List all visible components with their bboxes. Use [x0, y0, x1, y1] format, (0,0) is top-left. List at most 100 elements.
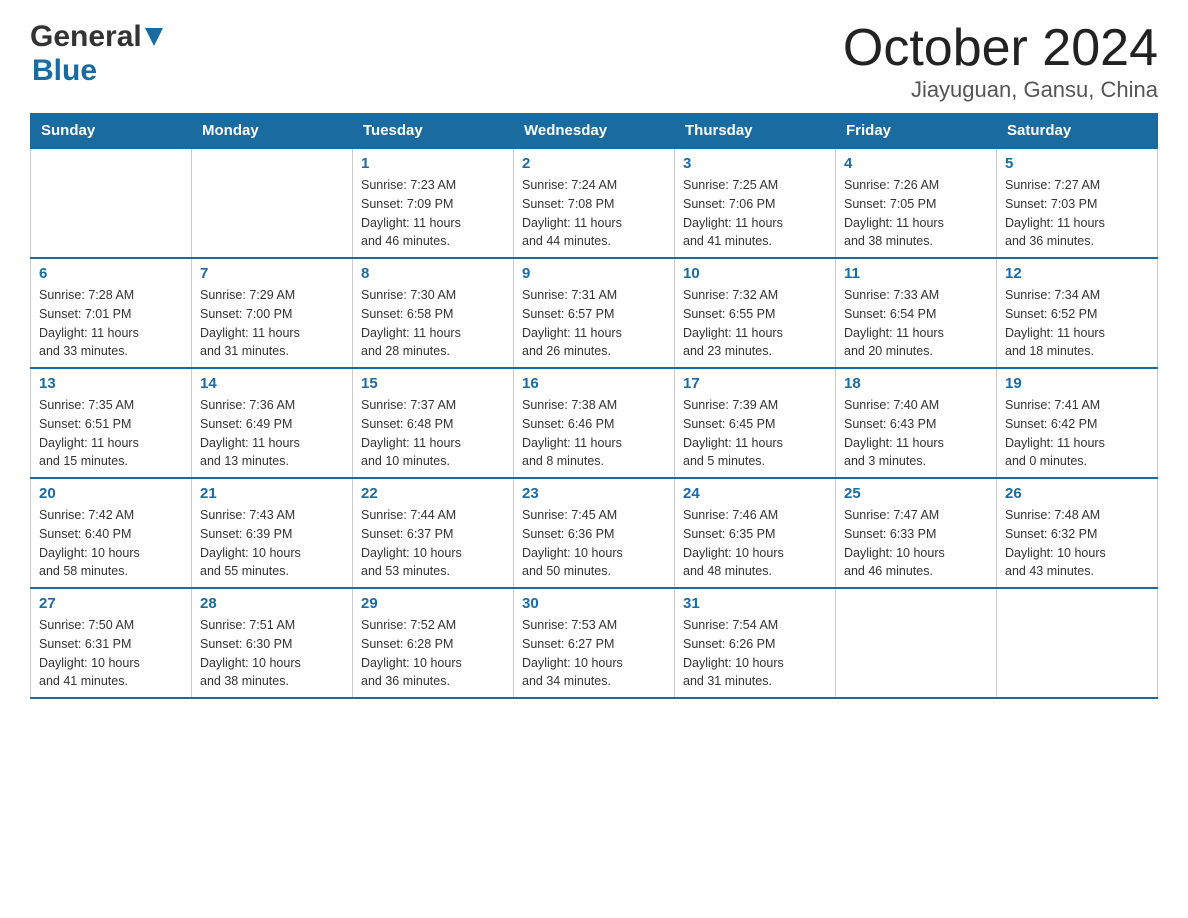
day-info: Sunrise: 7:26 AMSunset: 7:05 PMDaylight:…: [844, 176, 988, 251]
day-info: Sunrise: 7:38 AMSunset: 6:46 PMDaylight:…: [522, 396, 666, 471]
day-number: 10: [683, 265, 827, 282]
day-number: 2: [522, 155, 666, 172]
day-number: 16: [522, 375, 666, 392]
day-number: 12: [1005, 265, 1149, 282]
calendar-cell: 28Sunrise: 7:51 AMSunset: 6:30 PMDayligh…: [192, 588, 353, 698]
day-number: 25: [844, 485, 988, 502]
month-title: October 2024: [843, 20, 1158, 77]
day-info: Sunrise: 7:33 AMSunset: 6:54 PMDaylight:…: [844, 286, 988, 361]
day-number: 22: [361, 485, 505, 502]
calendar-cell: 5 Sunrise: 7:27 AMSunset: 7:03 PMDaylight…: [997, 148, 1158, 258]
day-info: Sunrise: 7:34 AMSunset: 6:52 PMDaylight:…: [1005, 286, 1149, 361]
calendar-cell: 6 Sunrise: 7:28 AMSunset: 7:01 PMDaylight…: [31, 258, 192, 368]
day-info: Sunrise: 7:52 AMSunset: 6:28 PMDaylight:…: [361, 616, 505, 691]
day-number: 4: [844, 155, 988, 172]
day-number: 28: [200, 595, 344, 612]
calendar-cell: 2 Sunrise: 7:24 AMSunset: 7:08 PMDaylight…: [514, 148, 675, 258]
logo-blue-text: Blue: [32, 54, 97, 88]
day-number: 23: [522, 485, 666, 502]
day-number: 19: [1005, 375, 1149, 392]
calendar-header-friday: Friday: [836, 114, 997, 149]
calendar-cell: 9 Sunrise: 7:31 AMSunset: 6:57 PMDaylight…: [514, 258, 675, 368]
calendar-cell: 21 Sunrise: 7:43 AMSunset: 6:39 PMDayligh…: [192, 478, 353, 588]
day-info: Sunrise: 7:27 AMSunset: 7:03 PMDaylight:…: [1005, 176, 1149, 251]
calendar-cell: 31Sunrise: 7:54 AMSunset: 6:26 PMDayligh…: [675, 588, 836, 698]
logo-arrow-icon: [145, 28, 163, 46]
day-number: 8: [361, 265, 505, 282]
day-info: Sunrise: 7:25 AMSunset: 7:06 PMDaylight:…: [683, 176, 827, 251]
day-info: Sunrise: 7:41 AMSunset: 6:42 PMDaylight:…: [1005, 396, 1149, 471]
calendar-cell: 25 Sunrise: 7:47 AMSunset: 6:33 PMDayligh…: [836, 478, 997, 588]
day-info: Sunrise: 7:31 AMSunset: 6:57 PMDaylight:…: [522, 286, 666, 361]
calendar-cell: 3Sunrise: 7:25 AMSunset: 7:06 PMDaylight…: [675, 148, 836, 258]
calendar-header-saturday: Saturday: [997, 114, 1158, 149]
calendar-table: SundayMondayTuesdayWednesdayThursdayFrid…: [30, 113, 1158, 699]
day-info: Sunrise: 7:40 AMSunset: 6:43 PMDaylight:…: [844, 396, 988, 471]
calendar-week-row-3: 13 Sunrise: 7:35 AMSunset: 6:51 PMDayligh…: [31, 368, 1158, 478]
calendar-cell: 27Sunrise: 7:50 AMSunset: 6:31 PMDayligh…: [31, 588, 192, 698]
day-info: Sunrise: 7:45 AMSunset: 6:36 PMDaylight:…: [522, 506, 666, 581]
calendar-cell: 24 Sunrise: 7:46 AMSunset: 6:35 PMDayligh…: [675, 478, 836, 588]
calendar-cell: 30 Sunrise: 7:53 AMSunset: 6:27 PMDayligh…: [514, 588, 675, 698]
day-info: Sunrise: 7:30 AMSunset: 6:58 PMDaylight:…: [361, 286, 505, 361]
day-info: Sunrise: 7:43 AMSunset: 6:39 PMDaylight:…: [200, 506, 344, 581]
day-number: 6: [39, 265, 183, 282]
day-info: Sunrise: 7:47 AMSunset: 6:33 PMDaylight:…: [844, 506, 988, 581]
day-number: 13: [39, 375, 183, 392]
calendar-cell: 22 Sunrise: 7:44 AMSunset: 6:37 PMDayligh…: [353, 478, 514, 588]
day-info: Sunrise: 7:42 AMSunset: 6:40 PMDaylight:…: [39, 506, 183, 581]
day-number: 5: [1005, 155, 1149, 172]
calendar-cell: 12 Sunrise: 7:34 AMSunset: 6:52 PMDayligh…: [997, 258, 1158, 368]
calendar-week-row-4: 20Sunrise: 7:42 AMSunset: 6:40 PMDayligh…: [31, 478, 1158, 588]
calendar-week-row-5: 27Sunrise: 7:50 AMSunset: 6:31 PMDayligh…: [31, 588, 1158, 698]
day-number: 11: [844, 265, 988, 282]
day-info: Sunrise: 7:44 AMSunset: 6:37 PMDaylight:…: [361, 506, 505, 581]
calendar-cell: [836, 588, 997, 698]
calendar-cell: 7 Sunrise: 7:29 AMSunset: 7:00 PMDaylight…: [192, 258, 353, 368]
calendar-week-row-2: 6 Sunrise: 7:28 AMSunset: 7:01 PMDaylight…: [31, 258, 1158, 368]
calendar-header-thursday: Thursday: [675, 114, 836, 149]
calendar-cell: 4 Sunrise: 7:26 AMSunset: 7:05 PMDaylight…: [836, 148, 997, 258]
calendar-week-row-1: 1Sunrise: 7:23 AMSunset: 7:09 PMDaylight…: [31, 148, 1158, 258]
calendar-header-sunday: Sunday: [31, 114, 192, 149]
day-info: Sunrise: 7:36 AMSunset: 6:49 PMDaylight:…: [200, 396, 344, 471]
day-info: Sunrise: 7:32 AMSunset: 6:55 PMDaylight:…: [683, 286, 827, 361]
day-number: 30: [522, 595, 666, 612]
calendar-cell: 16 Sunrise: 7:38 AMSunset: 6:46 PMDayligh…: [514, 368, 675, 478]
calendar-header-wednesday: Wednesday: [514, 114, 675, 149]
day-number: 7: [200, 265, 344, 282]
day-number: 9: [522, 265, 666, 282]
day-info: Sunrise: 7:24 AMSunset: 7:08 PMDaylight:…: [522, 176, 666, 251]
calendar-cell: 10 Sunrise: 7:32 AMSunset: 6:55 PMDayligh…: [675, 258, 836, 368]
page-header: General Blue October 2024 Jiayuguan, Gan…: [30, 20, 1158, 103]
calendar-cell: 14Sunrise: 7:36 AMSunset: 6:49 PMDayligh…: [192, 368, 353, 478]
day-info: Sunrise: 7:37 AMSunset: 6:48 PMDaylight:…: [361, 396, 505, 471]
location-title: Jiayuguan, Gansu, China: [843, 77, 1158, 103]
day-info: Sunrise: 7:29 AMSunset: 7:00 PMDaylight:…: [200, 286, 344, 361]
calendar-header-row: SundayMondayTuesdayWednesdayThursdayFrid…: [31, 114, 1158, 149]
calendar-cell: 17Sunrise: 7:39 AMSunset: 6:45 PMDayligh…: [675, 368, 836, 478]
day-number: 17: [683, 375, 827, 392]
calendar-header-monday: Monday: [192, 114, 353, 149]
calendar-cell: 19 Sunrise: 7:41 AMSunset: 6:42 PMDayligh…: [997, 368, 1158, 478]
day-number: 26: [1005, 485, 1149, 502]
day-number: 18: [844, 375, 988, 392]
calendar-cell: 11 Sunrise: 7:33 AMSunset: 6:54 PMDayligh…: [836, 258, 997, 368]
logo-general-text: General: [30, 20, 142, 54]
title-block: October 2024 Jiayuguan, Gansu, China: [843, 20, 1158, 103]
calendar-cell: 1Sunrise: 7:23 AMSunset: 7:09 PMDaylight…: [353, 148, 514, 258]
logo: General Blue: [30, 20, 163, 88]
day-info: Sunrise: 7:28 AMSunset: 7:01 PMDaylight:…: [39, 286, 183, 361]
day-number: 27: [39, 595, 183, 612]
day-number: 24: [683, 485, 827, 502]
day-info: Sunrise: 7:46 AMSunset: 6:35 PMDaylight:…: [683, 506, 827, 581]
calendar-cell: 20Sunrise: 7:42 AMSunset: 6:40 PMDayligh…: [31, 478, 192, 588]
day-info: Sunrise: 7:23 AMSunset: 7:09 PMDaylight:…: [361, 176, 505, 251]
calendar-header-tuesday: Tuesday: [353, 114, 514, 149]
calendar-cell: [31, 148, 192, 258]
calendar-cell: [997, 588, 1158, 698]
day-number: 21: [200, 485, 344, 502]
day-info: Sunrise: 7:35 AMSunset: 6:51 PMDaylight:…: [39, 396, 183, 471]
calendar-cell: 23 Sunrise: 7:45 AMSunset: 6:36 PMDayligh…: [514, 478, 675, 588]
day-info: Sunrise: 7:53 AMSunset: 6:27 PMDaylight:…: [522, 616, 666, 691]
